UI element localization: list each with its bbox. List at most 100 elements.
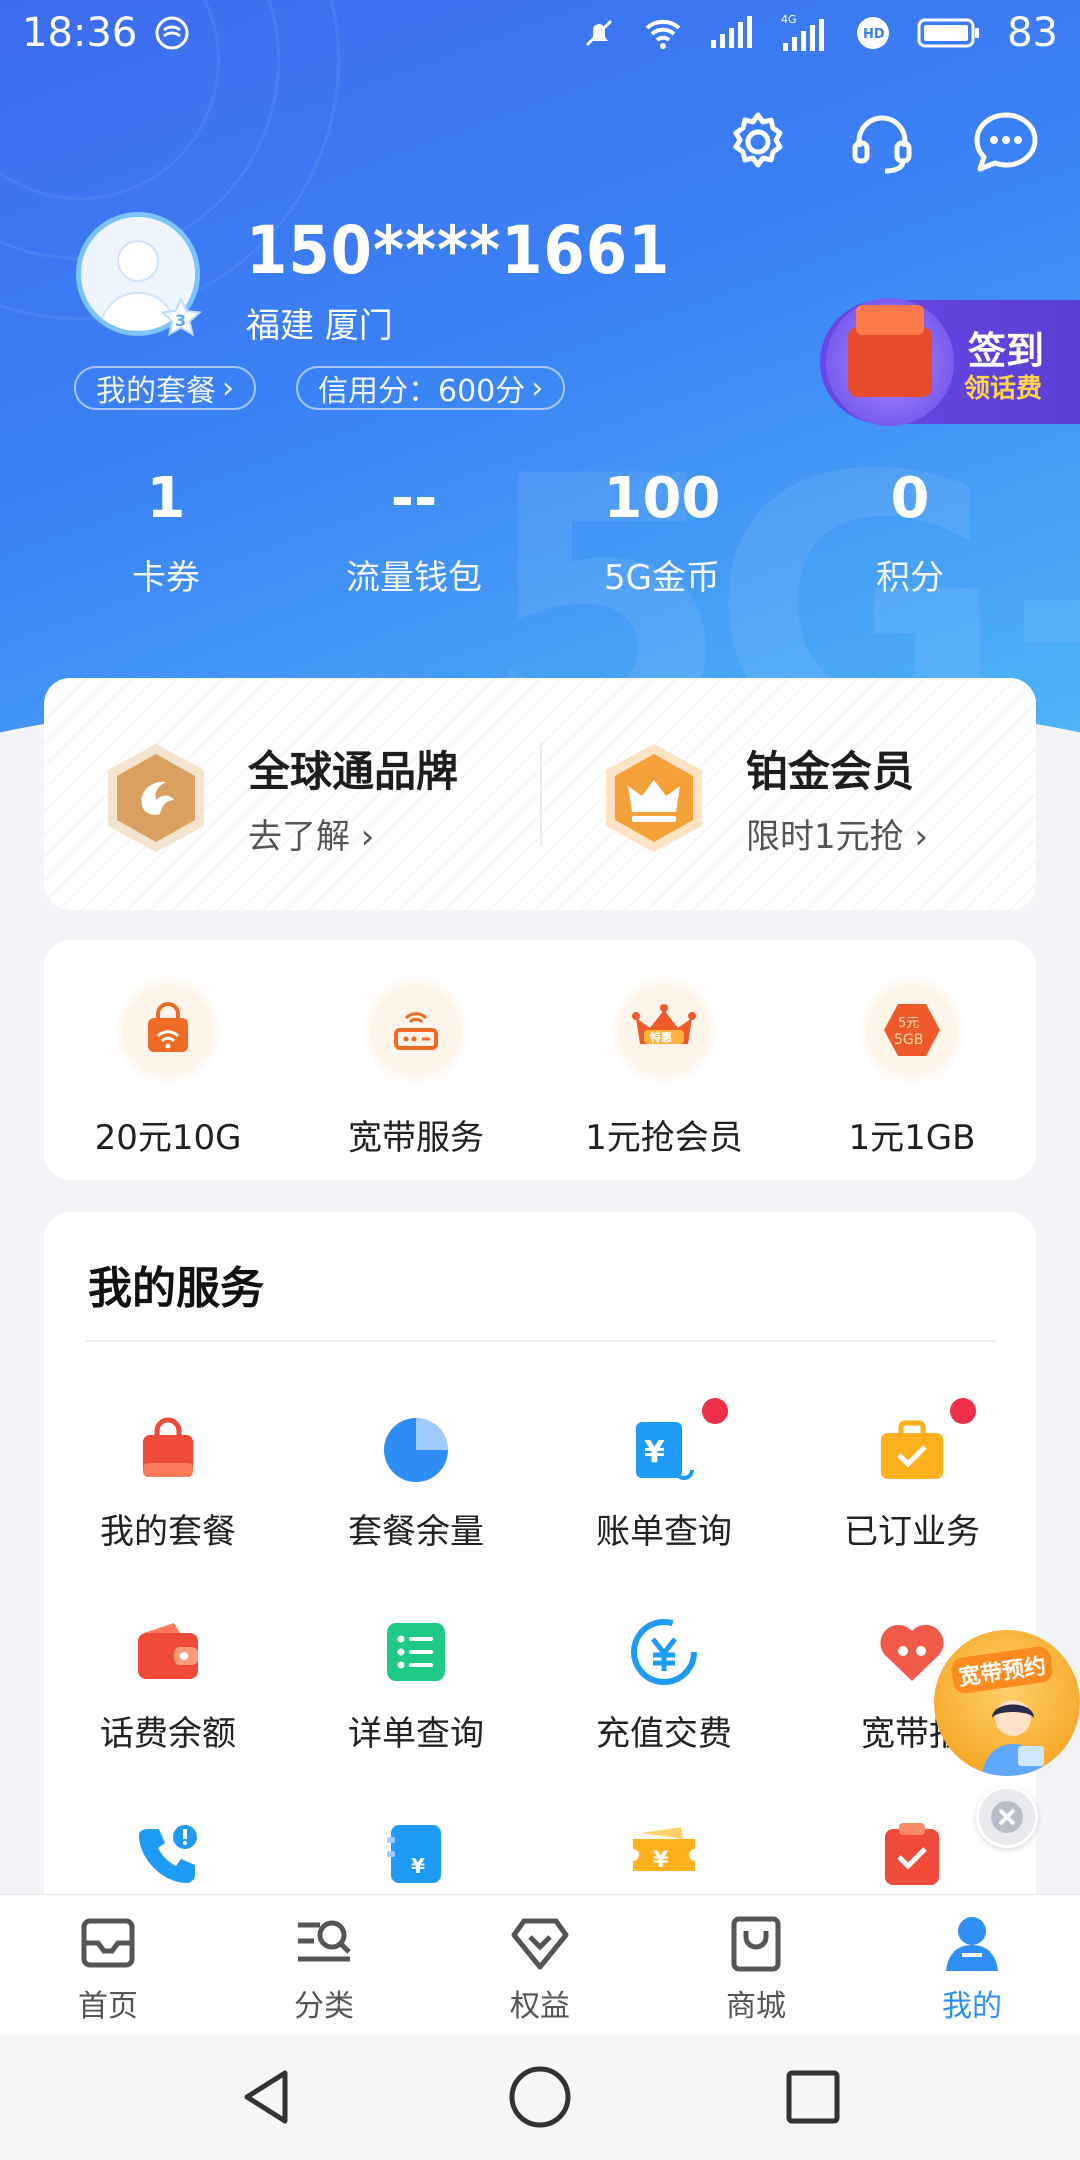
service-label: 充值交费 [596, 1714, 732, 1754]
stat-points[interactable]: 0 积分 [786, 466, 1034, 599]
promo-20yuan-10g[interactable]: 20元10G [44, 984, 292, 1159]
service-card-payment[interactable]: ¥ [292, 1816, 540, 1892]
stat-coupons[interactable]: 1 卡券 [42, 466, 290, 599]
credit-score-link[interactable]: 信用分：600分 › [296, 366, 566, 410]
service-plan-remaining[interactable]: 套餐余量 [292, 1412, 540, 1553]
wallet-icon [130, 1614, 206, 1690]
tab-mine[interactable]: 我的 [864, 1895, 1080, 2034]
headset-icon[interactable] [848, 108, 916, 176]
divider [540, 742, 542, 846]
svg-text:4G: 4G [781, 13, 797, 26]
user-icon [940, 1911, 1004, 1975]
bill-icon: ¥ [626, 1398, 728, 1488]
tab-label: 我的 [942, 1989, 1002, 2024]
tab-label: 权益 [510, 1989, 570, 2024]
tab-category[interactable]: 分类 [216, 1895, 432, 2034]
platinum-member-entry[interactable]: 铂金会员 限时1元抢 › [594, 738, 928, 858]
status-bar: 18:36 4G HD 83 [0, 0, 1080, 66]
router-icon [370, 984, 462, 1076]
battery-percent: 83 [1007, 10, 1058, 56]
broadband-booking-float[interactable]: 宽带预约 [934, 1630, 1080, 1776]
shopping-bag-icon [724, 1911, 788, 1975]
category-search-icon [292, 1911, 356, 1975]
close-icon[interactable] [976, 1786, 1038, 1848]
recents-square-icon[interactable] [773, 2057, 853, 2137]
bottom-tab-bar: 首页 分类 权益 商城 我的 [0, 1894, 1080, 2034]
my-plan-link[interactable]: 我的套餐 › [74, 366, 256, 410]
stat-value: -- [390, 466, 438, 531]
signal-4g-icon: 4G [779, 13, 829, 53]
svg-text:¥: ¥ [653, 1848, 669, 1873]
svg-text:¥: ¥ [644, 1435, 665, 1470]
notification-dot [950, 1398, 976, 1424]
ticket-yen-icon: ¥ [626, 1816, 702, 1892]
service-label: 套餐余量 [348, 1512, 484, 1552]
service-subscriptions[interactable]: 已订业务 [788, 1398, 1036, 1553]
promo-label: 1元1GB [848, 1118, 976, 1158]
crown-hexagon-icon [594, 738, 714, 858]
level-star-icon: 3 [158, 296, 204, 342]
battery-icon [917, 16, 981, 50]
stat-label: 流量钱包 [346, 558, 482, 598]
service-label: 已订业务 [844, 1512, 980, 1552]
system-nav-bar [0, 2034, 1080, 2160]
stat-value: 1 [146, 466, 186, 531]
diamond-icon [508, 1911, 572, 1975]
data-hexagon-icon: 5元 5GB [866, 984, 958, 1076]
service-recharge[interactable]: 充值交费 [540, 1614, 788, 1755]
svg-text:¥: ¥ [411, 1854, 425, 1878]
tab-benefits[interactable]: 权益 [432, 1895, 648, 2034]
account-stats: 1 卡券 -- 流量钱包 100 5G金币 0 积分 [0, 466, 1080, 599]
clipboard-check-icon [874, 1816, 950, 1892]
stat-data-wallet[interactable]: -- 流量钱包 [290, 466, 538, 599]
service-bill-query[interactable]: ¥ 账单查询 [540, 1398, 788, 1553]
service-my-plan[interactable]: 我的套餐 [44, 1412, 292, 1553]
card-yen-icon: ¥ [378, 1816, 454, 1892]
signin-subtitle: 领话费 [964, 374, 1043, 404]
promo-badge-top: 5元 [898, 1016, 919, 1031]
back-icon[interactable] [227, 2057, 307, 2137]
service-ticket[interactable]: ¥ [540, 1816, 788, 1892]
promo-badge: 特惠 [650, 1030, 672, 1044]
notification-dot [702, 1398, 728, 1424]
signin-title: 签到 [968, 329, 1045, 373]
divider [86, 1340, 996, 1342]
service-label: 话费余额 [100, 1714, 236, 1754]
section-title: 我的服务 [88, 1263, 264, 1314]
promo-broadband[interactable]: 宽带服务 [292, 984, 540, 1159]
service-call-alert[interactable] [44, 1816, 292, 1892]
service-label: 详单查询 [348, 1714, 484, 1754]
briefcase-icon [874, 1398, 976, 1488]
pie-chart-icon [378, 1412, 454, 1488]
service-balance[interactable]: 话费余额 [44, 1614, 292, 1755]
home-icon [76, 1911, 140, 1975]
location: 福建 厦门 [246, 306, 393, 346]
recharge-icon [626, 1614, 702, 1690]
promo-label: 20元10G [94, 1118, 242, 1158]
tab-label: 商城 [726, 1989, 786, 2024]
phone-alert-icon [130, 1816, 206, 1892]
list-icon [378, 1614, 454, 1690]
level-number: 3 [175, 311, 186, 330]
promo-member[interactable]: 特惠 1元抢会员 [540, 984, 788, 1159]
home-circle-icon[interactable] [500, 2057, 580, 2137]
global-brand-entry[interactable]: 全球通品牌 去了解 › [96, 738, 458, 858]
stat-5g-coins[interactable]: 100 5G金币 [538, 466, 786, 599]
brand-subtitle: 去了解 [248, 817, 350, 857]
chevron-right-icon: › [531, 370, 544, 406]
tab-label: 分类 [294, 1989, 354, 2024]
promo-1yuan-1gb[interactable]: 5元 5GB 1元1GB [788, 984, 1036, 1159]
chat-icon[interactable] [972, 108, 1040, 176]
hd-icon: HD [855, 15, 891, 51]
tab-mall[interactable]: 商城 [648, 1895, 864, 2034]
tab-home[interactable]: 首页 [0, 1895, 216, 2034]
stat-value: 0 [890, 466, 930, 531]
gear-icon[interactable] [724, 108, 792, 176]
gift-icon[interactable] [826, 298, 954, 426]
service-detail-query[interactable]: 详单查询 [292, 1614, 540, 1755]
tab-label: 首页 [78, 1989, 138, 2024]
brand-title: 全球通品牌 [248, 747, 459, 796]
promo-label: 1元抢会员 [585, 1118, 743, 1158]
stat-value: 100 [603, 466, 721, 531]
stat-label: 积分 [876, 558, 944, 598]
